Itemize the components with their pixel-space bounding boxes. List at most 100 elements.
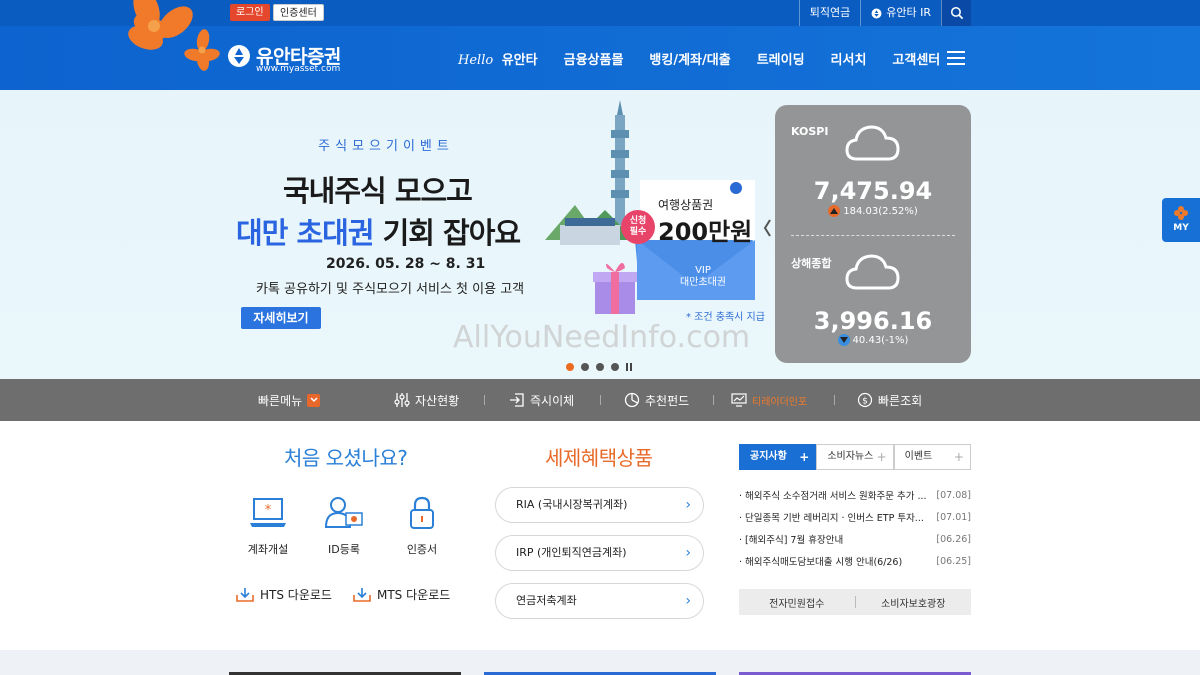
carousel-pause-icon[interactable] (626, 363, 634, 371)
main-header: 유안타증권 www.myasset.com Hello 유안타 금융상품몰 뱅킹… (0, 0, 1200, 90)
notice-title: · 해외주식매도담보대출 시행 안내(6/26) (739, 557, 903, 568)
quick-item-trader-info[interactable]: 티레이더인포 (731, 379, 807, 421)
quick-item-transfer[interactable]: 즉시이체 (509, 379, 574, 421)
plus-icon[interactable]: + (954, 445, 964, 469)
cloud-icon (845, 125, 900, 161)
my-menu-tab[interactable]: MY (1162, 198, 1200, 242)
quick-item-label: 자산현황 (415, 393, 460, 408)
carousel-dot-1[interactable] (566, 363, 574, 371)
carousel-dot-2[interactable] (581, 363, 589, 371)
vip-title: VIP (695, 265, 711, 276)
index-value-kospi: 7,475.94 (813, 177, 933, 205)
chevron-right-icon: › (685, 593, 691, 609)
index-change-shanghai: 40.43(-1%) (775, 334, 971, 346)
list-item[interactable]: · 단일종목 기반 레버리지 · 인버스 ETP 투자... [07.01] (739, 506, 971, 528)
nav-item-yuanta[interactable]: Hello 유안타 (458, 49, 538, 68)
hero-detail-button[interactable]: 자세히보기 (241, 307, 321, 329)
nav-hello: Hello (458, 52, 494, 68)
hero-banner: 주식모으기이벤트 국내주식 모으고 대만 초대권 기회 잡아요 2026. 05… (0, 90, 1200, 379)
user-card-icon (324, 497, 363, 528)
consumer-protection-link[interactable]: 소비자보호광장 (856, 595, 972, 610)
chevron-right-icon: › (685, 545, 691, 561)
vip-label: VIP 대만초대권 (680, 265, 726, 289)
plus-icon[interactable]: + (799, 445, 809, 469)
notice-tabs: 공지사항 + 소비자뉴스 + 이벤트 + (739, 444, 971, 470)
first-visit-title: 처음 오셨나요? (284, 446, 408, 470)
monitor-chart-icon (731, 393, 747, 407)
hero-title-rest: 기회 잡아요 (373, 216, 521, 250)
tax-products-title: 세제혜택상품 (545, 446, 653, 470)
quick-item-funds[interactable]: 추천펀드 (624, 379, 689, 421)
notice-date: [07.01] (936, 511, 971, 523)
tab-consumer-news[interactable]: 소비자뉴스 + (816, 444, 894, 470)
quick-item-label: 티레이더인포 (752, 396, 808, 408)
list-item[interactable]: · 해외주식매도담보대출 시행 안내(6/26) [06.25] (739, 550, 971, 572)
ir-label: 유안타 IR (886, 6, 931, 19)
quick-item-label: 빠른조회 (878, 393, 923, 408)
product-label: RIA (국내시장복귀계좌) (516, 498, 628, 511)
service-label: 계좌개설 (247, 543, 289, 556)
nav-item-research[interactable]: 리서치 (831, 49, 867, 68)
hero-description: 카톡 공유하기 및 주식모으기 서비스 첫 이용 고객 (256, 282, 525, 297)
yuanta-logo-icon (871, 8, 882, 18)
search-icon (950, 6, 963, 20)
cert-center-button[interactable]: 인증센터 (273, 4, 324, 21)
my-tab-label: MY (1173, 223, 1189, 233)
retirement-link[interactable]: 퇴직연금 (798, 0, 860, 26)
quick-item-assets[interactable]: 자산현황 (394, 379, 459, 421)
voucher-amount: 200만원 (658, 218, 753, 246)
product-label: 연금저축계좌 (516, 594, 577, 607)
event-tag: 주식모으기이벤트 (318, 139, 454, 154)
plus-icon[interactable]: + (877, 445, 887, 469)
quick-separator (600, 395, 601, 405)
tab-notice[interactable]: 공지사항 + (739, 444, 817, 470)
pie-chart-icon (624, 392, 640, 408)
carousel-dot-4[interactable] (611, 363, 619, 371)
service-account-open[interactable]: * 계좌개설 (238, 495, 298, 557)
hts-download-link[interactable]: HTS 다운로드 (235, 586, 332, 603)
service-id-register[interactable]: ID등록 (314, 495, 374, 557)
notice-title: · [해외주식] 7월 휴장안내 (739, 535, 844, 546)
hamburger-menu-icon[interactable] (947, 51, 965, 65)
nav-item-trading[interactable]: 트레이딩 (757, 49, 805, 68)
hero-title-line2: 대만 초대권 기회 잡아요 (236, 210, 521, 252)
login-button[interactable]: 로그인 (230, 4, 270, 21)
index-value-shanghai: 3,996.16 (813, 307, 933, 335)
util-links: 퇴직연금 유안타 IR (798, 0, 971, 26)
quick-separator (713, 395, 714, 405)
chevron-down-icon (307, 393, 321, 407)
list-item[interactable]: · [해외주식] 7월 휴장안내 [06.26] (739, 528, 971, 550)
list-item[interactable]: · 해외주식 소수점거래 서비스 원화주문 추가 ... [07.08] (739, 484, 971, 506)
quick-item-lookup[interactable]: $ 빠른조회 (857, 379, 922, 421)
flower-decoration-icon (128, 0, 220, 71)
lock-icon (410, 496, 434, 529)
notice-date: [06.26] (936, 533, 971, 545)
product-irp[interactable]: IRP (개인퇴직연금계좌) › (495, 535, 704, 571)
e-complaint-link[interactable]: 전자민원접수 (739, 595, 855, 610)
download-icon (236, 587, 254, 602)
notice-date: [06.25] (936, 555, 971, 567)
carousel-dot-3[interactable] (596, 363, 604, 371)
svg-text:$: $ (862, 397, 868, 407)
tab-event[interactable]: 이벤트 + (893, 444, 971, 470)
hero-title-highlight: 대만 초대권 (236, 216, 374, 250)
download-label: HTS 다운로드 (260, 588, 332, 602)
nav-item-banking[interactable]: 뱅킹/계좌/대출 (649, 49, 730, 68)
search-button[interactable] (941, 0, 971, 26)
notice-list: · 해외주식 소수점거래 서비스 원화주문 추가 ... [07.08] · 단일… (739, 484, 971, 572)
service-certificate[interactable]: 인증서 (392, 495, 452, 557)
quick-menu-toggle[interactable]: 빠른메뉴 (258, 379, 321, 421)
logo-url: www.myasset.com (256, 64, 341, 74)
nav-item-products[interactable]: 금융상품몰 (564, 49, 624, 68)
product-ria[interactable]: RIA (국내시장복귀계좌) › (495, 487, 704, 523)
notice-title: · 단일종목 기반 레버리지 · 인버스 ETP 투자... (739, 513, 924, 524)
quick-separator (834, 395, 835, 405)
cloud-icon (845, 254, 900, 290)
ir-link[interactable]: 유안타 IR (860, 0, 941, 26)
product-pension-savings[interactable]: 연금저축계좌 › (495, 583, 704, 619)
nav-item-support[interactable]: 고객센터 (892, 49, 940, 68)
quick-item-label: 추천펀드 (645, 393, 690, 408)
index-divider (791, 235, 955, 236)
sliders-icon (394, 393, 410, 407)
mts-download-link[interactable]: MTS 다운로드 (352, 586, 450, 603)
